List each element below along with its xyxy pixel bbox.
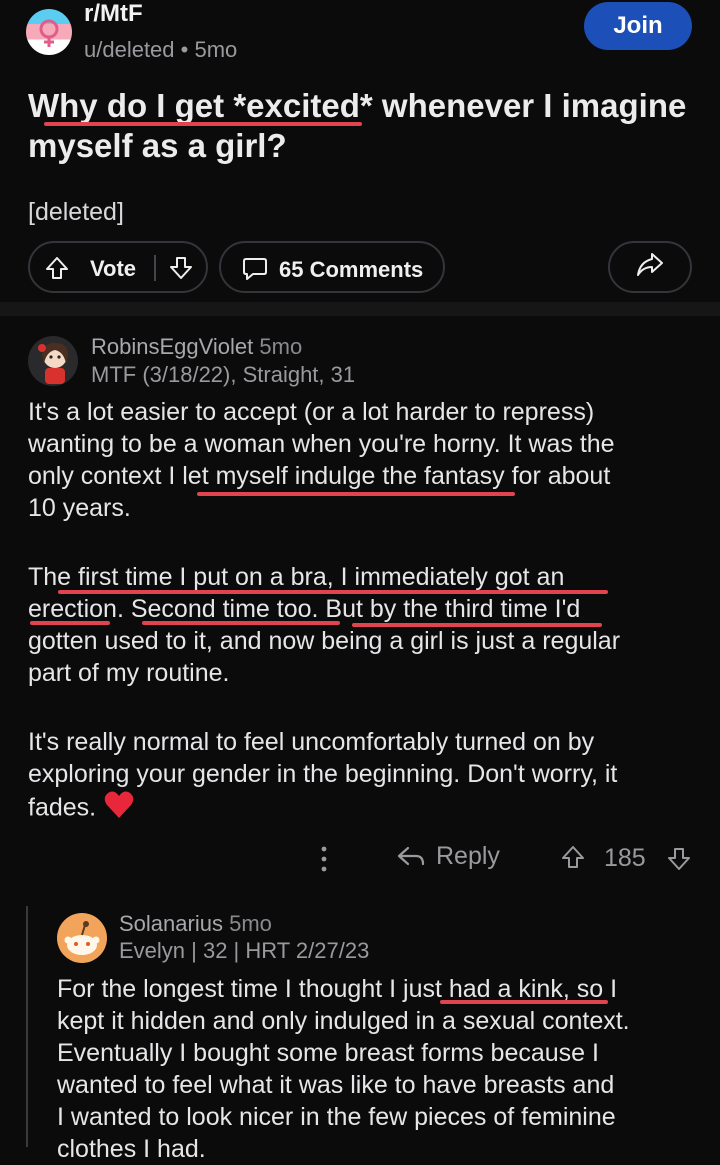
comment-age: 5mo xyxy=(229,911,272,936)
comment-line: I wanted to look nicer in the few pieces… xyxy=(57,1103,616,1131)
downvote-icon[interactable] xyxy=(666,846,692,872)
thread-line[interactable] xyxy=(26,906,28,1147)
ink-underline xyxy=(30,621,110,625)
comment-line: 10 years. xyxy=(28,494,131,522)
comment-line: It's a lot easier to accept (or a lot ha… xyxy=(28,398,595,426)
user-flair: MTF (3/18/22), Straight, 31 xyxy=(91,362,356,387)
comment-line: gotten used to it, and now being a girl … xyxy=(28,627,621,655)
comment-line: The first time I put on a bra, I immedia… xyxy=(28,563,565,591)
user-avatar[interactable] xyxy=(28,336,78,386)
comment-paragraph: It's really normal to feel uncomfortably… xyxy=(28,726,617,828)
reply-label: Reply xyxy=(436,842,500,870)
comment-username[interactable]: RobinsEggViolet 5mo xyxy=(91,334,302,360)
reply-arrow-icon xyxy=(397,846,425,865)
comment-age: 5mo xyxy=(259,334,303,359)
comment-line: wanted to feel what it was like to have … xyxy=(57,1071,615,1099)
ink-underline xyxy=(197,492,515,496)
user-avatar[interactable] xyxy=(57,913,107,963)
comment-line: exploring your gender in the beginning. … xyxy=(28,760,618,788)
comment-line: clothes I had. xyxy=(57,1135,206,1163)
comment-text: fades. xyxy=(28,793,97,822)
user-flair: Evelyn | 32 | HRT 2/27/23 xyxy=(119,938,370,963)
snoo-avatar-icon xyxy=(64,921,100,955)
username-text[interactable]: RobinsEggViolet xyxy=(91,334,253,359)
ink-underline xyxy=(142,621,340,625)
comment-line: part of my routine. xyxy=(28,659,230,687)
ink-underline xyxy=(440,1000,608,1004)
upvote-icon[interactable] xyxy=(560,844,586,870)
ink-underline xyxy=(352,623,602,627)
comment-line: It's really normal to feel uncomfortably… xyxy=(28,728,595,756)
username-text[interactable]: Solanarius xyxy=(119,911,223,936)
more-options-icon[interactable] xyxy=(316,844,332,874)
ink-underline xyxy=(58,590,608,594)
comment-actions: Reply 185 xyxy=(0,838,720,882)
comment-paragraph: It's a lot easier to accept (or a lot ha… xyxy=(28,396,615,524)
comment-line: only context I let myself indulge the fa… xyxy=(28,462,611,490)
comment-line: kept it hidden and only indulged in a se… xyxy=(57,1007,630,1035)
comment-line: wanting to be a woman when you're horny.… xyxy=(28,430,615,458)
avatar-character-icon xyxy=(38,342,68,384)
comment-line: Eventually I bought some breast forms be… xyxy=(57,1039,599,1067)
comment-score: 185 xyxy=(604,844,646,872)
comment: RobinsEggViolet 5mo MTF (3/18/22), Strai… xyxy=(0,0,720,1163)
reply-button[interactable]: Reply xyxy=(396,842,500,871)
heart-emoji-icon xyxy=(103,790,135,828)
comment-username[interactable]: Solanarius 5mo xyxy=(119,911,272,937)
comment-line: fades. xyxy=(28,790,617,828)
